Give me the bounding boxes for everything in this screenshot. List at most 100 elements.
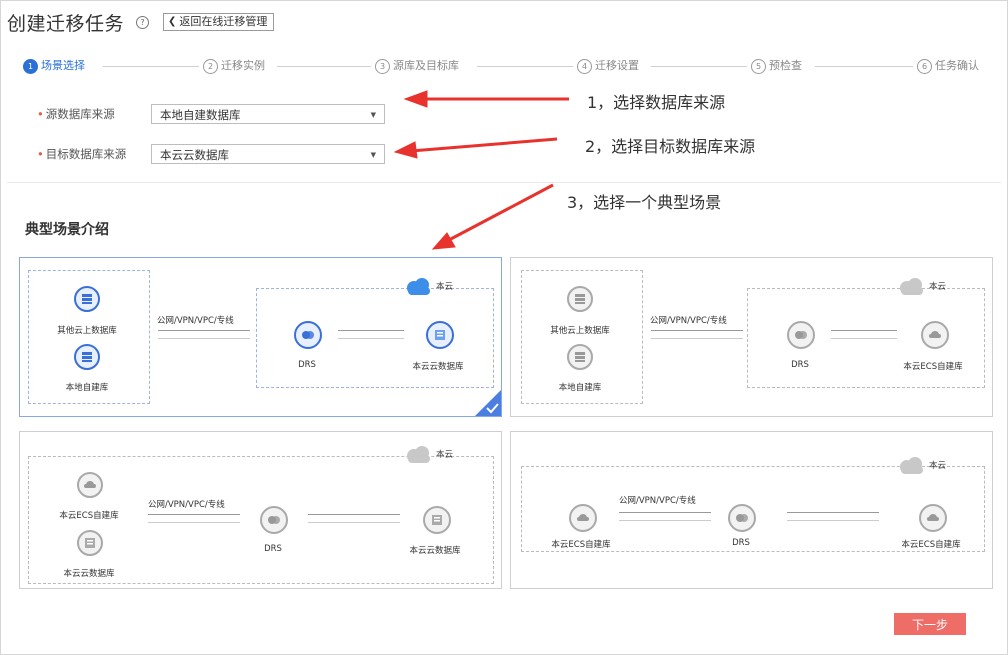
scenario-card-3[interactable]: 本云 本云ECS自建库 本云云数据库 公网/VPN/VPC/专线 DRS 本云云… [19,431,502,589]
ecs-database-icon [919,504,947,532]
page-header: 创建迁移任务 ? ❮ 返回在线迁移管理 [7,7,275,37]
step-6: 6 任务确认 [917,56,979,76]
step-connector [815,66,913,67]
arrow-right [831,330,897,331]
help-icon[interactable]: ? [136,15,150,29]
step-number: 4 [577,58,592,74]
cloud-badge: 本云 [897,277,946,295]
step-3: 3 源库及目标库 [375,56,459,76]
arrow-right [619,512,711,513]
connection-label: 公网/VPN/VPC/专线 [619,496,696,506]
arrow-left [787,520,879,521]
database-icon [74,286,100,312]
cloud-icon [900,457,923,474]
source-top-label: 其他云上数据库 [550,326,610,336]
step-number: 2 [203,58,218,74]
step-1: 1 场景选择 [23,56,85,76]
step-connector [277,66,371,67]
arrow-left [158,338,250,339]
scenario-card-1[interactable]: 其他云上数据库 本地自建库 公网/VPN/VPC/专线 本云 DRS 本云云数据… [19,257,502,417]
target-db-value: 本云云数据库 [160,148,229,162]
step-label: 预检查 [769,59,802,72]
drs-label: DRS [732,538,750,548]
cloud-label: 本云 [929,282,947,292]
step-label: 迁移设置 [595,59,639,72]
database-icon [567,344,593,370]
step-2: 2 迁移实例 [203,56,265,76]
arrow-right [338,330,404,331]
page-title: 创建迁移任务 [7,12,125,35]
ecs-database-icon [569,504,597,532]
source-top-label: 其他云上数据库 [57,326,117,336]
annotation-3: 3，选择一个典型场景 [567,193,722,212]
drs-label: DRS [298,360,316,370]
target-label: 本云云数据库 [412,362,464,372]
step-5: 5 预检查 [751,56,802,76]
back-button-label: 返回在线迁移管理 [179,15,268,28]
drs-icon [787,321,815,349]
cloud-badge: 本云 [897,456,946,474]
cloud-database-icon [423,506,451,534]
drs-icon [260,506,288,534]
annotation-2: 2，选择目标数据库来源 [585,137,756,156]
dropdown-arrow-icon: ▼ [370,111,376,119]
database-icon [74,344,100,370]
cloud-badge: 本云 [404,445,453,463]
step-connector [651,66,747,67]
source-db-select[interactable]: 本地自建数据库 ▼ [151,104,385,124]
step-number: 1 [23,58,38,74]
ecs-database-icon [77,472,103,498]
step-connector [103,66,199,67]
step-number: 6 [917,58,932,74]
arrow-left [148,522,240,523]
ecs-database-icon [921,321,949,349]
selected-check-icon [475,390,501,416]
step-label: 源库及目标库 [393,59,459,72]
cloud-icon [900,278,923,295]
source-db-row: • 源数据库来源 本地自建数据库 ▼ [37,104,385,124]
arrow-left [831,338,897,339]
arrow-left [308,522,400,523]
source-db-value: 本地自建数据库 [160,108,241,122]
chevron-left-icon: ❮ [168,16,177,27]
page-frame: 创建迁移任务 ? ❮ 返回在线迁移管理 1 场景选择 2 迁移实例 3 源库及目… [0,0,1008,655]
target-db-select[interactable]: 本云云数据库 ▼ [151,144,385,164]
arrow-right [308,514,400,515]
next-step-button[interactable]: 下一步 [894,613,966,635]
dropdown-arrow-icon: ▼ [370,151,376,159]
cloud-icon [407,446,430,463]
arrow-left [338,338,404,339]
cloud-label: 本云 [436,282,454,292]
arrow-left [651,338,743,339]
step-number: 5 [751,58,766,74]
step-label: 任务确认 [935,59,979,72]
step-4: 4 迁移设置 [577,56,639,76]
cloud-database-icon [426,321,454,349]
section-divider [7,182,1001,183]
back-to-migration-button[interactable]: ❮ 返回在线迁移管理 [163,13,275,31]
connection-label: 公网/VPN/VPC/专线 [157,316,234,326]
annotation-1: 1，选择数据库来源 [587,93,726,112]
arrow-right [787,512,879,513]
connection-label: 公网/VPN/VPC/专线 [650,316,727,326]
source-db-label: • 源数据库来源 [37,107,115,121]
step-label: 迁移实例 [221,59,265,72]
source-bottom-label: 本地自建库 [65,383,109,393]
cloud-label: 本云 [436,450,454,460]
drs-label: DRS [791,360,809,370]
step-label: 场景选择 [41,59,85,72]
cloud-label: 本云 [929,461,947,471]
target-label: 本云云数据库 [409,546,461,556]
arrow-right [158,330,250,331]
scenario-card-4[interactable]: 本云 本云ECS自建库 公网/VPN/VPC/专线 DRS 本云ECS自建库 [510,431,993,589]
step-number: 3 [375,58,390,74]
source-bottom-label: 本云云数据库 [63,569,115,579]
section-title: 典型场景介绍 [25,222,109,238]
connection-label: 公网/VPN/VPC/专线 [148,500,225,510]
scenario-card-2[interactable]: 其他云上数据库 本地自建库 公网/VPN/VPC/专线 本云 DRS 本云ECS… [510,257,993,417]
step-progress: 1 场景选择 2 迁移实例 3 源库及目标库 4 迁移设置 5 预检查 6 任务… [23,56,985,76]
database-icon [567,286,593,312]
source-bottom-label: 本地自建库 [558,383,602,393]
target-db-label: • 目标数据库来源 [37,147,127,161]
drs-icon [728,504,756,532]
